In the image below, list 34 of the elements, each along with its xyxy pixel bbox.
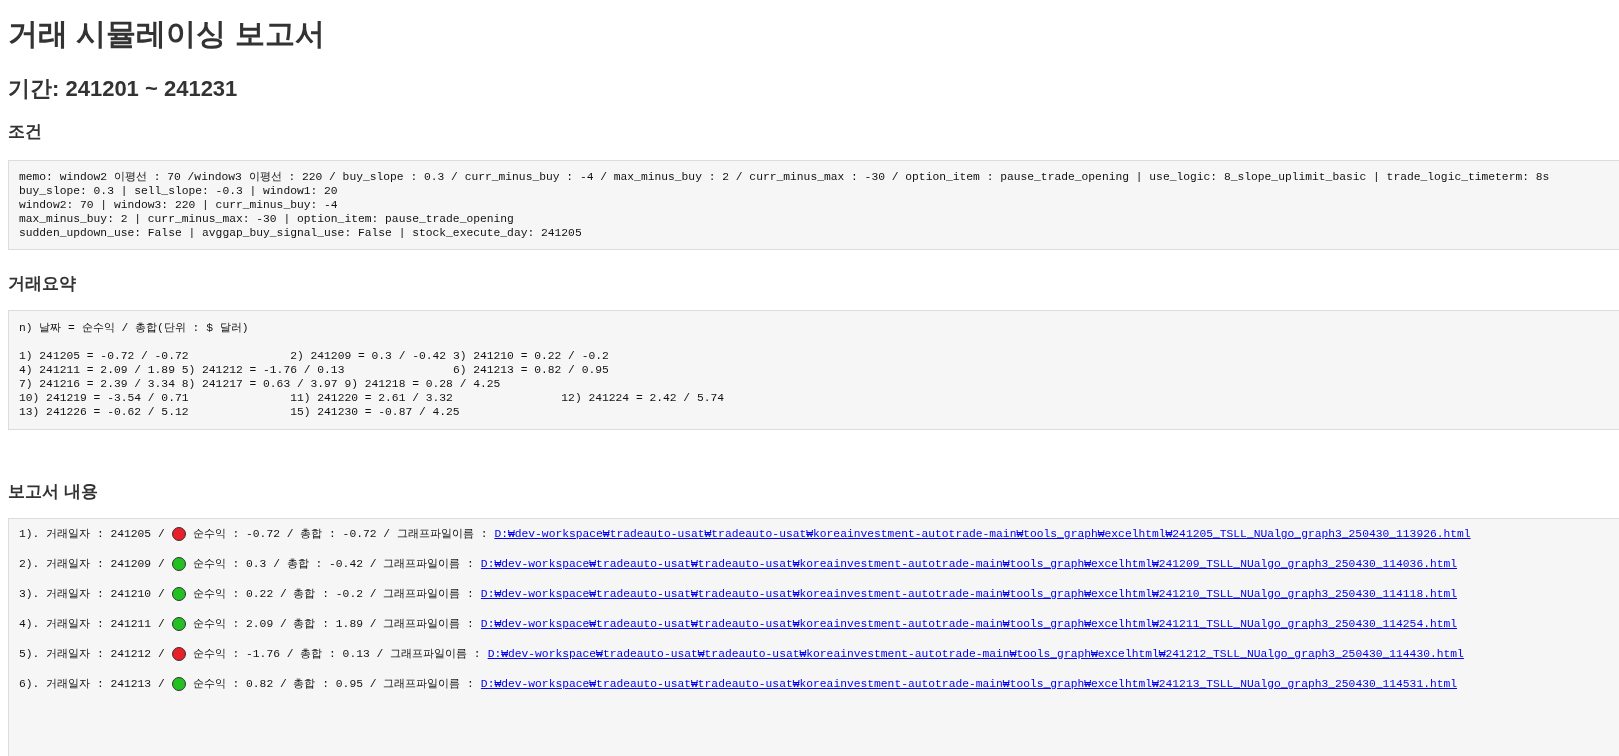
trade-date-text: 3). 거래일자 : 241210 / — [19, 587, 165, 601]
section-heading: 조건 — [8, 121, 42, 143]
condition-line: buy_slope: 0.3 | sell_slope: -0.3 | window1: 20 — [19, 184, 338, 198]
condition-line: window2: 70 | window3: 220 | curr_minus_buy: -4 — [19, 198, 338, 212]
file-link[interactable]: D:₩dev-workspace₩tradeauto-usat₩tradeauto-usat₩koreainvestment-autotrade-main₩tools_graph₩excelhtml₩241209_TSLL_NUalgo_graph3_250430_114036.html — [480, 557, 1458, 571]
profit-text: 순수익 : 0.3 / 총합 : -0.42 / 그래프파일이름 : — [192, 557, 474, 571]
page-title: 거래 시뮬레이싱 보고서 — [8, 16, 325, 52]
summary-legend: n) 날짜 = 순수익 / 총합(단위 : $ 달러) — [19, 321, 249, 335]
summary-line: 10) 241219 = -3.54 / 0.71 11) 241220 = 2.61 / 3.32 12) 241224 = 2.42 / 5.74 — [19, 391, 725, 405]
trade-date-text: 4). 거래일자 : 241211 / — [19, 617, 165, 631]
trade-date-text: 6). 거래일자 : 241213 / — [19, 677, 165, 691]
profit-text: 순수익 : -1.76 / 총합 : 0.13 / 그래프파일이름 : — [192, 647, 481, 661]
trade-date-text: 2). 거래일자 : 241209 / — [19, 557, 165, 571]
profit-text: 순수익 : 0.22 / 총합 : -0.2 / 그래프파일이름 : — [192, 587, 474, 601]
file-link[interactable]: D:₩dev-workspace₩tradeauto-usat₩tradeauto-usat₩koreainvestment-autotrade-main₩tools_graph₩excelhtml₩241212_TSLL_NUalgo_graph3_250430_114430.html — [487, 647, 1464, 661]
summary-line: 4) 241211 = 2.09 / 1.89 5) 241212 = -1.76 / 0.13 6) 241213 = 0.82 / 0.95 — [19, 363, 609, 377]
condition-line: sudden_updown_use: False | avggap_buy_signal_use: False | stock_execute_day: 241205 — [19, 226, 582, 240]
profit-text: 순수익 : 2.09 / 총합 : 1.89 / 그래프파일이름 : — [192, 617, 474, 631]
section-heading: 거래요약 — [8, 273, 76, 295]
file-link[interactable]: D:₩dev-workspace₩tradeauto-usat₩tradeauto-usat₩koreainvestment-autotrade-main₩tools_graph₩excelhtml₩241213_TSLL_NUalgo_graph3_250430_114531.html — [480, 677, 1458, 691]
summary-line: 1) 241205 = -0.72 / -0.72 2) 241209 = 0.3 / -0.42 3) 241210 = 0.22 / -0.2 — [19, 349, 609, 363]
profit-text: 순수익 : 0.82 / 총합 : 0.95 / 그래프파일이름 : — [192, 677, 474, 691]
trade-date-text: 5). 거래일자 : 241212 / — [19, 647, 165, 661]
profit-text: 순수익 : -0.72 / 총합 : -0.72 / 그래프파일이름 : — [192, 527, 488, 541]
condition-line: max_minus_buy: 2 | curr_minus_max: -30 | option_item: pause_trade_opening — [19, 212, 514, 226]
summary-line: 13) 241226 = -0.62 / 5.12 15) 241230 = -0.87 / 4.25 — [19, 405, 460, 419]
condition-line: memo: window2 이평선 : 70 /window3 이평선 : 220 / buy_slope : 0.3 / curr_minus_buy : -4 / max_minus_buy : 2 / curr_minus_max : -30 / option_item : pause_trade_opening | use_logic: 8_slope_uplimit_basic | trade_logic_timeterm: 8s — [19, 170, 1550, 184]
file-link[interactable]: D:₩dev-workspace₩tradeauto-usat₩tradeauto-usat₩koreainvestment-autotrade-main₩tools_graph₩excelhtml₩241211_TSLL_NUalgo_graph3_250430_114254.html — [480, 617, 1458, 631]
trade-date-text: 1). 거래일자 : 241205 / — [19, 527, 165, 541]
file-link[interactable]: D:₩dev-workspace₩tradeauto-usat₩tradeauto-usat₩koreainvestment-autotrade-main₩tools_graph₩excelhtml₩241205_TSLL_NUalgo_graph3_250430_113926.html — [494, 527, 1471, 541]
summary-line: 7) 241216 = 2.39 / 3.34 8) 241217 = 0.63 / 3.97 9) 241218 = 0.28 / 4.25 — [19, 377, 501, 391]
period-heading: 기간: 241201 ~ 241231 — [8, 75, 238, 103]
section-heading: 보고서 내용 — [8, 481, 98, 503]
file-link[interactable]: D:₩dev-workspace₩tradeauto-usat₩tradeauto-usat₩koreainvestment-autotrade-main₩tools_graph₩excelhtml₩241210_TSLL_NUalgo_graph3_250430_114118.html — [480, 587, 1458, 601]
